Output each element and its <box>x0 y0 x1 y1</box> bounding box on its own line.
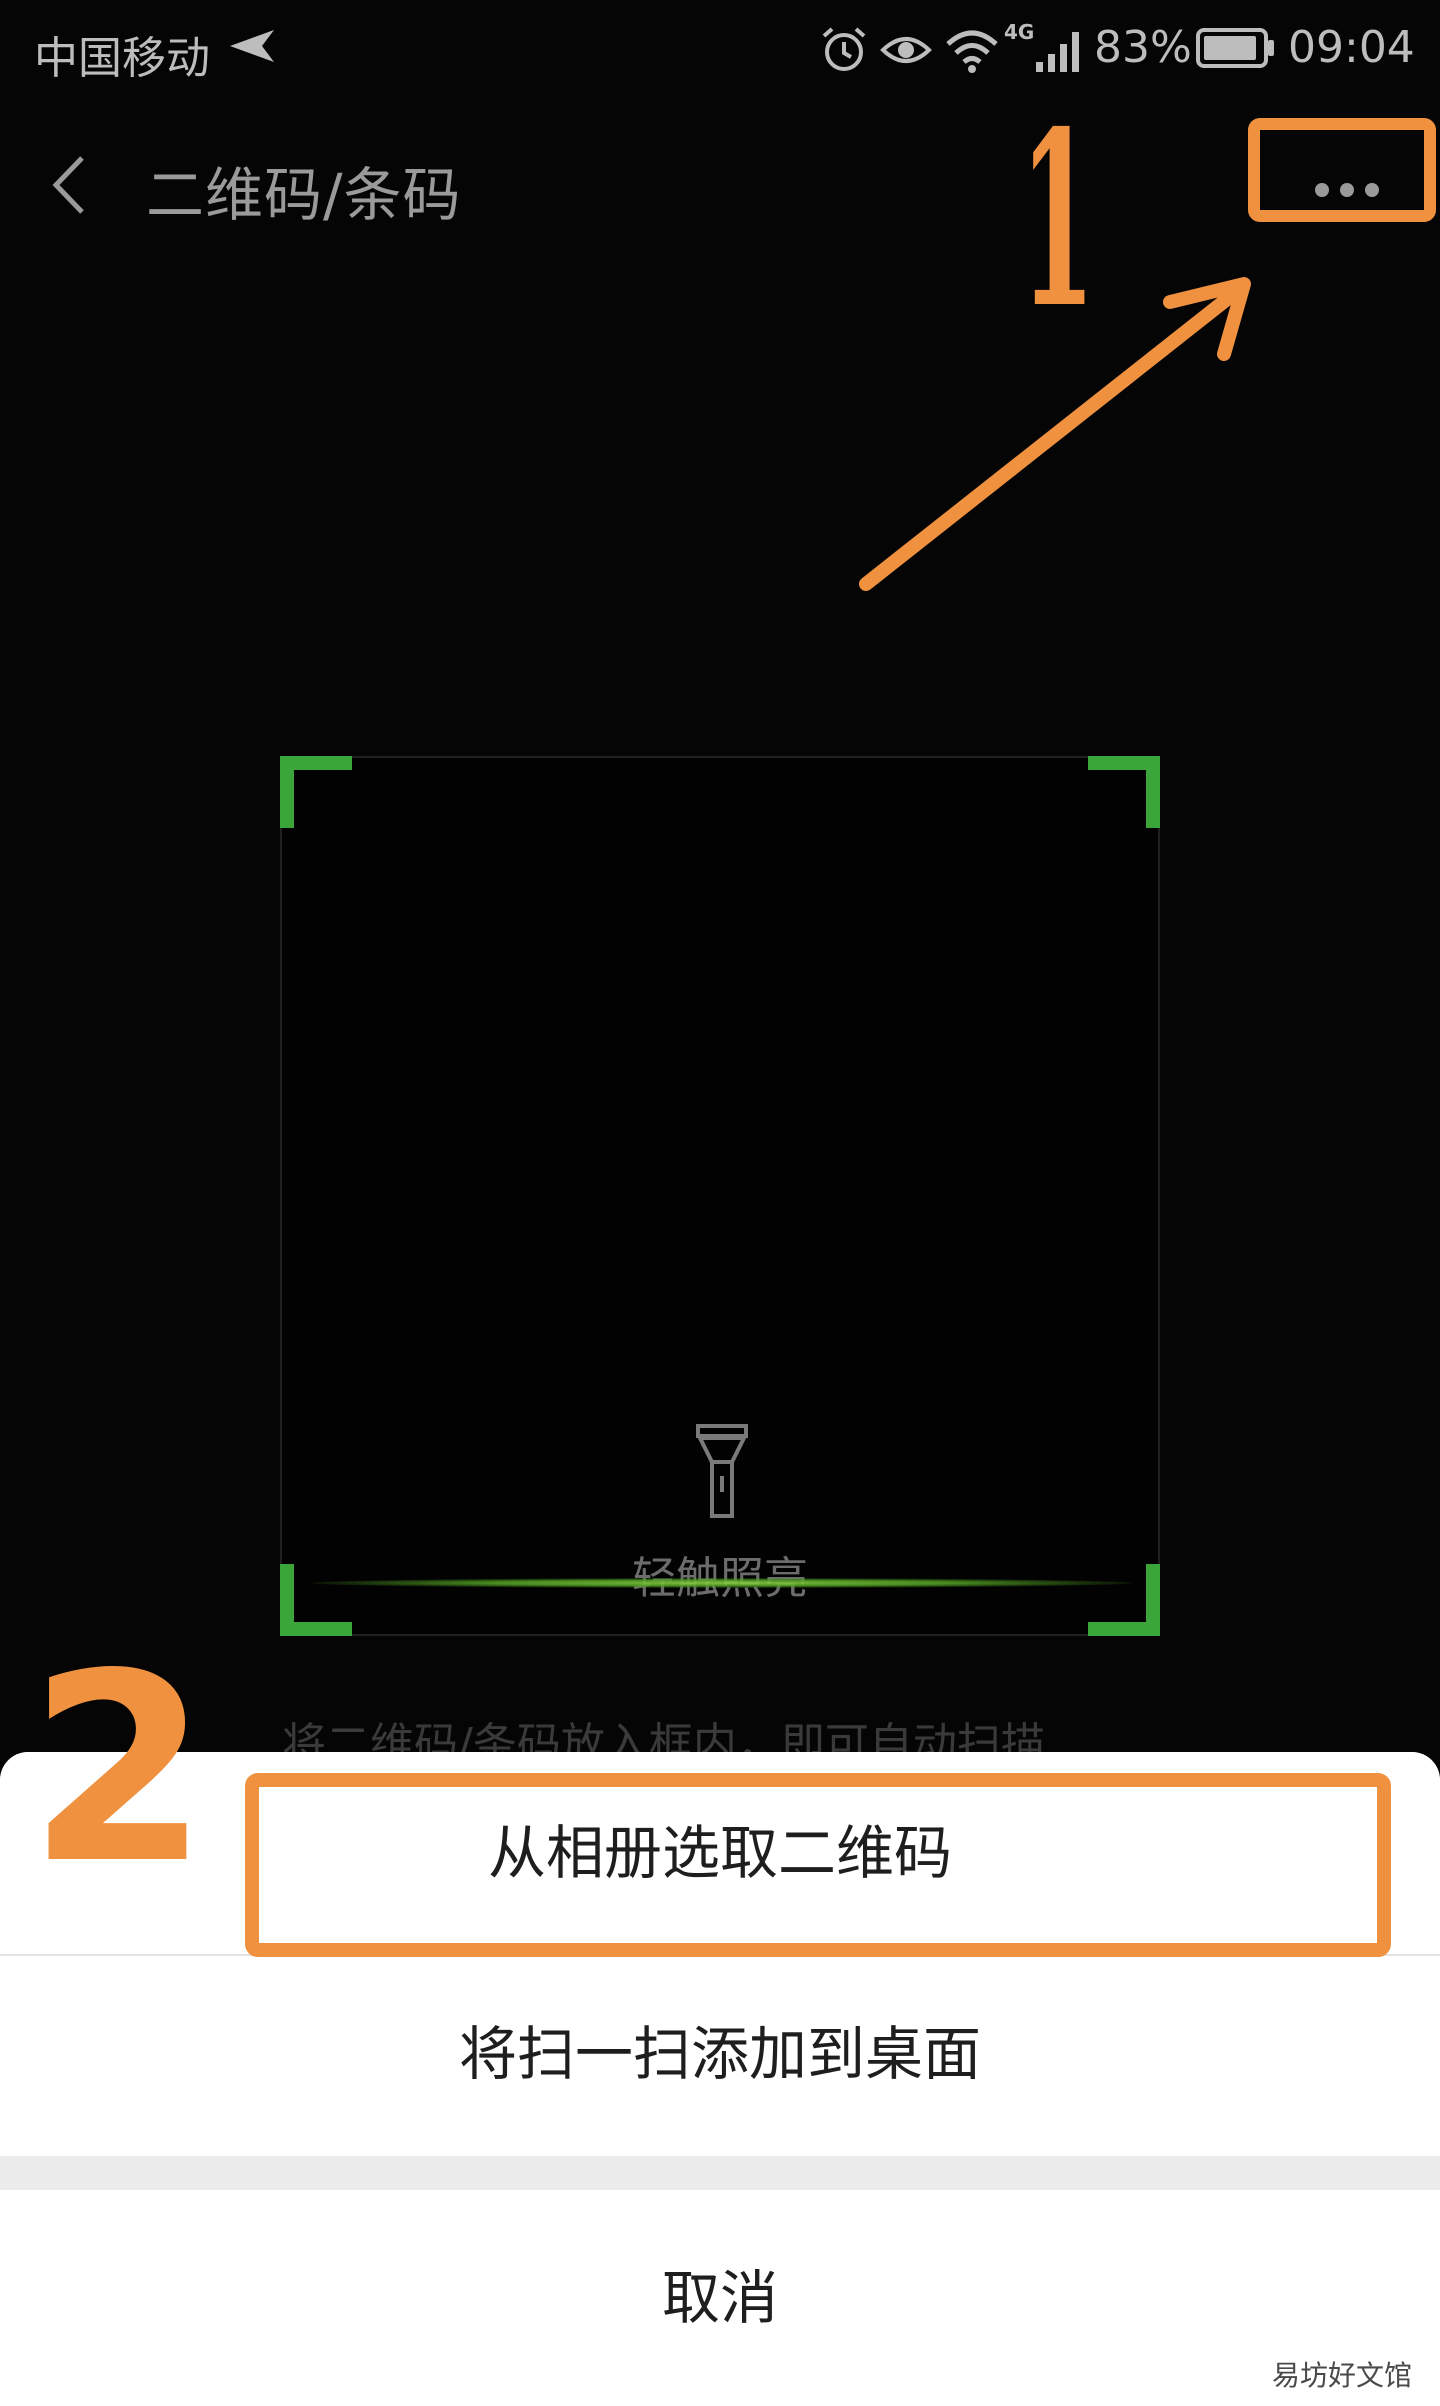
scan-line <box>312 1578 1132 1588</box>
action-sheet: 从相册选取二维码 将扫一扫添加到桌面 取消 <box>0 1752 1440 2406</box>
battery-icon <box>1196 28 1274 68</box>
chevron-left-icon <box>52 156 84 214</box>
sheet-separator <box>0 2156 1440 2190</box>
alarm-icon <box>822 27 866 71</box>
scan-corner-top-right <box>1088 756 1160 828</box>
watermark: 易坊好文馆 <box>1271 2359 1412 2392</box>
add-to-desktop-button[interactable]: 将扫一扫添加到桌面 <box>0 1956 1440 2156</box>
eye-icon <box>880 37 932 63</box>
signal-arrow-icon <box>230 30 274 62</box>
battery-percent: 83% <box>1094 22 1192 73</box>
annotation-step-1: 1 <box>1020 79 1096 361</box>
screen: 中国移动 4G 83% 09:04 二维码/条码 将二维码/条码放入框内，即可自… <box>0 0 1440 2406</box>
cancel-button[interactable]: 取消 <box>0 2190 1440 2406</box>
carrier-name: 中国移动 <box>34 33 210 84</box>
wifi-icon <box>946 30 998 73</box>
status-bar: 中国移动 4G 83% 09:04 <box>0 0 1440 100</box>
flashlight-icon[interactable] <box>692 1422 752 1522</box>
cellular-signal-icon <box>1036 32 1079 72</box>
network-type-label: 4G <box>1004 20 1035 44</box>
clock: 09:04 <box>1288 22 1415 73</box>
scan-corner-top-left <box>280 756 352 828</box>
annotation-step-2: 2 <box>28 1619 209 1921</box>
scan-frame: 轻触照亮 <box>280 756 1160 1636</box>
more-dots-icon <box>1315 183 1379 197</box>
back-button[interactable] <box>40 150 110 220</box>
select-from-album-button[interactable]: 从相册选取二维码 <box>0 1752 1440 1954</box>
select-from-album-label: 从相册选取二维码 <box>487 1819 952 1887</box>
add-to-desktop-label: 将扫一扫添加到桌面 <box>458 2020 981 2088</box>
flashlight-label[interactable]: 轻触照亮 <box>282 1542 1158 1606</box>
page-title: 二维码/条码 <box>146 161 462 229</box>
cancel-label: 取消 <box>661 2264 778 2332</box>
more-options-button[interactable] <box>1262 128 1432 228</box>
app-header: 二维码/条码 <box>0 120 1440 250</box>
